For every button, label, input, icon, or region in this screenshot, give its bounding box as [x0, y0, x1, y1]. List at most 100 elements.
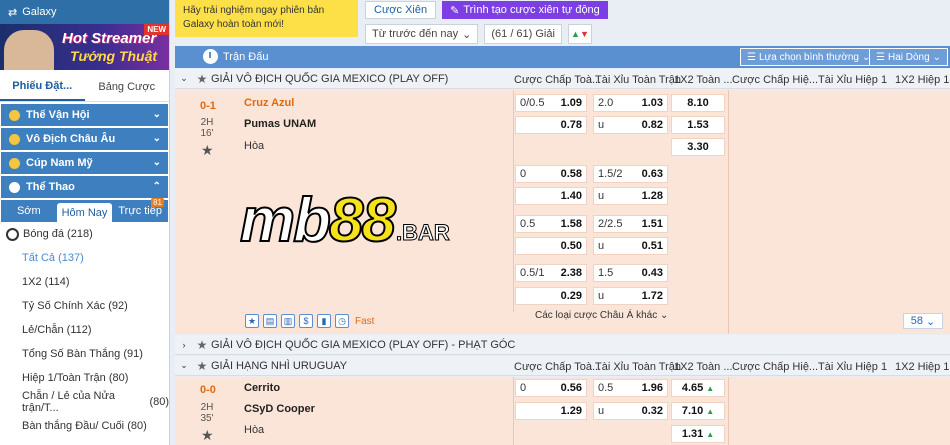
sort-icon[interactable]: ▲ ▼: [567, 24, 592, 44]
menu-label: Cúp Nam Mỹ: [26, 157, 93, 169]
favorite-star-icon[interactable]: ★: [245, 314, 259, 328]
league-header[interactable]: › ★ GIẢI VÔ ĐỊCH QUỐC GIA MEXICO (PLAY O…: [175, 335, 950, 355]
markets-count-button[interactable]: 58 ⌄: [903, 313, 943, 329]
trophy-icon: [9, 133, 20, 145]
cashout-icon[interactable]: $: [299, 314, 313, 328]
list-item[interactable]: Bàn thắng Đầu/ Cuối (80): [0, 414, 169, 438]
list-item[interactable]: Lẻ/Chẵn (112): [0, 318, 169, 342]
ou-under-odd[interactable]: u 1.72: [593, 287, 668, 305]
ou-under-odd[interactable]: u 0.32: [593, 402, 668, 420]
list-item[interactable]: Tất Cả (137): [0, 246, 169, 270]
odd-value: 1.31: [681, 428, 704, 440]
item-label: Tỷ Số Chính Xác: [22, 300, 106, 312]
ah-home-odd[interactable]: 0.5/1 2.38: [515, 264, 587, 282]
ou-over-odd[interactable]: 1.5/2 0.63: [593, 165, 668, 183]
chevron-up-icon: ⌃: [152, 181, 161, 192]
fast-market-link[interactable]: Fast: [355, 316, 374, 327]
odd-value: 0.78: [560, 119, 582, 131]
clock-icon[interactable]: ◷: [335, 314, 349, 328]
ou-over-odd[interactable]: 1.5 0.43: [593, 264, 668, 282]
match-toolbar: ★ ▤ ▥ $ ▮ ◷ Fast: [245, 314, 374, 328]
more-asian-markets[interactable]: Các loại cược Châu Á khác ⌄: [535, 310, 668, 321]
match-row: 0-0 2H 35' ★ Cerrito CSyD Cooper Hòa 0 0.…: [175, 377, 950, 445]
menu-euro[interactable]: Vô Địch Châu Âu ⌄: [1, 128, 168, 150]
item-count: (112): [66, 324, 92, 336]
league-header[interactable]: ⌄ ★ GIẢI HẠNG NHÌ URUGUAY Cược Chấp Toà.…: [175, 356, 950, 376]
x12-home-odd[interactable]: 4.65 ▲: [671, 379, 725, 397]
streamer-avatar: [4, 30, 54, 70]
ah-away-odd[interactable]: 1.40: [515, 187, 587, 205]
star-icon[interactable]: ★: [193, 359, 211, 373]
x12-draw-odd[interactable]: 3.30: [671, 138, 725, 156]
star-icon[interactable]: ★: [193, 338, 211, 352]
under-label: u: [598, 119, 605, 131]
ah-away-odd[interactable]: 1.29: [515, 402, 587, 420]
scoreboard-icon[interactable]: ▥: [281, 314, 295, 328]
tab-bet-slip[interactable]: Phiếu Đặt...: [0, 72, 85, 101]
x12-away-odd[interactable]: 1.53: [671, 116, 725, 134]
item-label: Bàn thắng Đầu/ Cuối: [22, 420, 125, 432]
ah-home-odd[interactable]: 0/0.5 1.09: [515, 94, 587, 112]
subtab-today[interactable]: Hôm Nay: [56, 203, 113, 222]
divider: [513, 377, 514, 445]
ou-over-odd[interactable]: 2/2.5 1.51: [593, 215, 668, 233]
match-minute: 16': [200, 128, 214, 139]
menu-olympics[interactable]: Thế Vận Hội ⌄: [1, 104, 168, 126]
ou-over-odd[interactable]: 0.5 1.96: [593, 379, 668, 397]
menu-sports[interactable]: Thể Thao ⌃: [1, 176, 168, 198]
hot-streamer-banner[interactable]: Hot Streamer Tướng Thuật NEW: [0, 24, 169, 70]
star-icon[interactable]: ★: [201, 142, 214, 159]
odd-value: 0.29: [560, 290, 582, 302]
auto-parlay-button[interactable]: ✎ Trình tạo cược xiên tự động: [442, 1, 608, 19]
handicap-line: 0.5/1: [520, 267, 545, 279]
new-badge: NEW: [144, 24, 169, 35]
arrow-up-icon: ▲: [706, 406, 715, 416]
subtab-early[interactable]: Sớm: [1, 200, 57, 222]
handicap-line: 0/0.5: [520, 97, 545, 109]
sidebar: ⇄ Galaxy Hot Streamer Tướng Thuật NEW Ph…: [0, 0, 170, 445]
list-item[interactable]: Tổng Số Bàn Thắng (91): [0, 342, 169, 366]
x12-home-odd[interactable]: 8.10: [671, 94, 725, 112]
sport-label: Bóng đá: [23, 228, 64, 240]
sport-soccer[interactable]: Bóng đá (218): [0, 222, 169, 246]
star-icon[interactable]: ★: [193, 72, 211, 86]
tab-bet-list[interactable]: Bảng Cược: [85, 72, 170, 101]
list-item[interactable]: Hiệp 1/Toàn Trận (80): [0, 366, 169, 390]
list-item[interactable]: 1X2 (114): [0, 270, 169, 294]
ah-away-odd[interactable]: 0.50: [515, 237, 587, 255]
ah-away-odd[interactable]: 0.29: [515, 287, 587, 305]
ah-home-odd[interactable]: 0 0.56: [515, 379, 587, 397]
league-name: GIẢI HẠNG NHÌ URUGUAY: [211, 359, 348, 372]
list-item[interactable]: Tỷ Số Chính Xác (92): [0, 294, 169, 318]
league-filter[interactable]: (61 / 61) Giải: [484, 24, 562, 44]
galaxy-switch[interactable]: ⇄ Galaxy: [0, 0, 169, 24]
total-line: 1.5/2: [598, 168, 623, 180]
star-icon[interactable]: ★: [201, 427, 214, 444]
menu-copa-america[interactable]: Cúp Nam Mỹ ⌄: [1, 152, 168, 174]
panel-title: Trận Đấu: [223, 51, 269, 63]
ah-home-odd[interactable]: 0.5 1.58: [515, 215, 587, 233]
x12-away-odd[interactable]: 7.10 ▲: [671, 402, 725, 420]
ou-under-odd[interactable]: u 0.51: [593, 237, 668, 255]
chart-icon[interactable]: ▮: [317, 314, 331, 328]
ou-over-odd[interactable]: 2.0 1.03: [593, 94, 668, 112]
view-select[interactable]: ☰ Lựa chọn bình thường ⌄: [740, 48, 878, 66]
order-select[interactable]: Từ trước đến nay ⌄: [365, 24, 479, 44]
league-header[interactable]: ⌄ ★ GIẢI VÔ ĐỊCH QUỐC GIA MEXICO (PLAY O…: [175, 69, 950, 89]
ou-under-odd[interactable]: u 0.82: [593, 116, 668, 134]
live-count-badge: 81: [151, 198, 164, 207]
ah-home-odd[interactable]: 0 0.58: [515, 165, 587, 183]
galaxy-tooltip: Hãy trải nghiệm ngay phiên bản Galaxy ho…: [175, 0, 358, 37]
stats-icon[interactable]: ▤: [263, 314, 277, 328]
ou-under-odd[interactable]: u 1.28: [593, 187, 668, 205]
item-label: Chẵn / Lẻ của Nửa trận/T...: [22, 390, 115, 414]
total-line: 2.0: [598, 97, 614, 109]
x12-draw-odd[interactable]: 1.31 ▲: [671, 425, 725, 443]
ah-away-odd[interactable]: 0.78: [515, 116, 587, 134]
under-label: u: [598, 190, 605, 202]
lines-select[interactable]: ☰ Hai Dòng ⌄: [869, 48, 949, 66]
parlay-button[interactable]: Cược Xiên: [365, 1, 437, 19]
list-item[interactable]: Chẵn / Lẻ của Nửa trận/T... (80): [0, 390, 169, 414]
odd-value: 0.32: [641, 405, 663, 417]
item-count: (137): [58, 252, 84, 264]
